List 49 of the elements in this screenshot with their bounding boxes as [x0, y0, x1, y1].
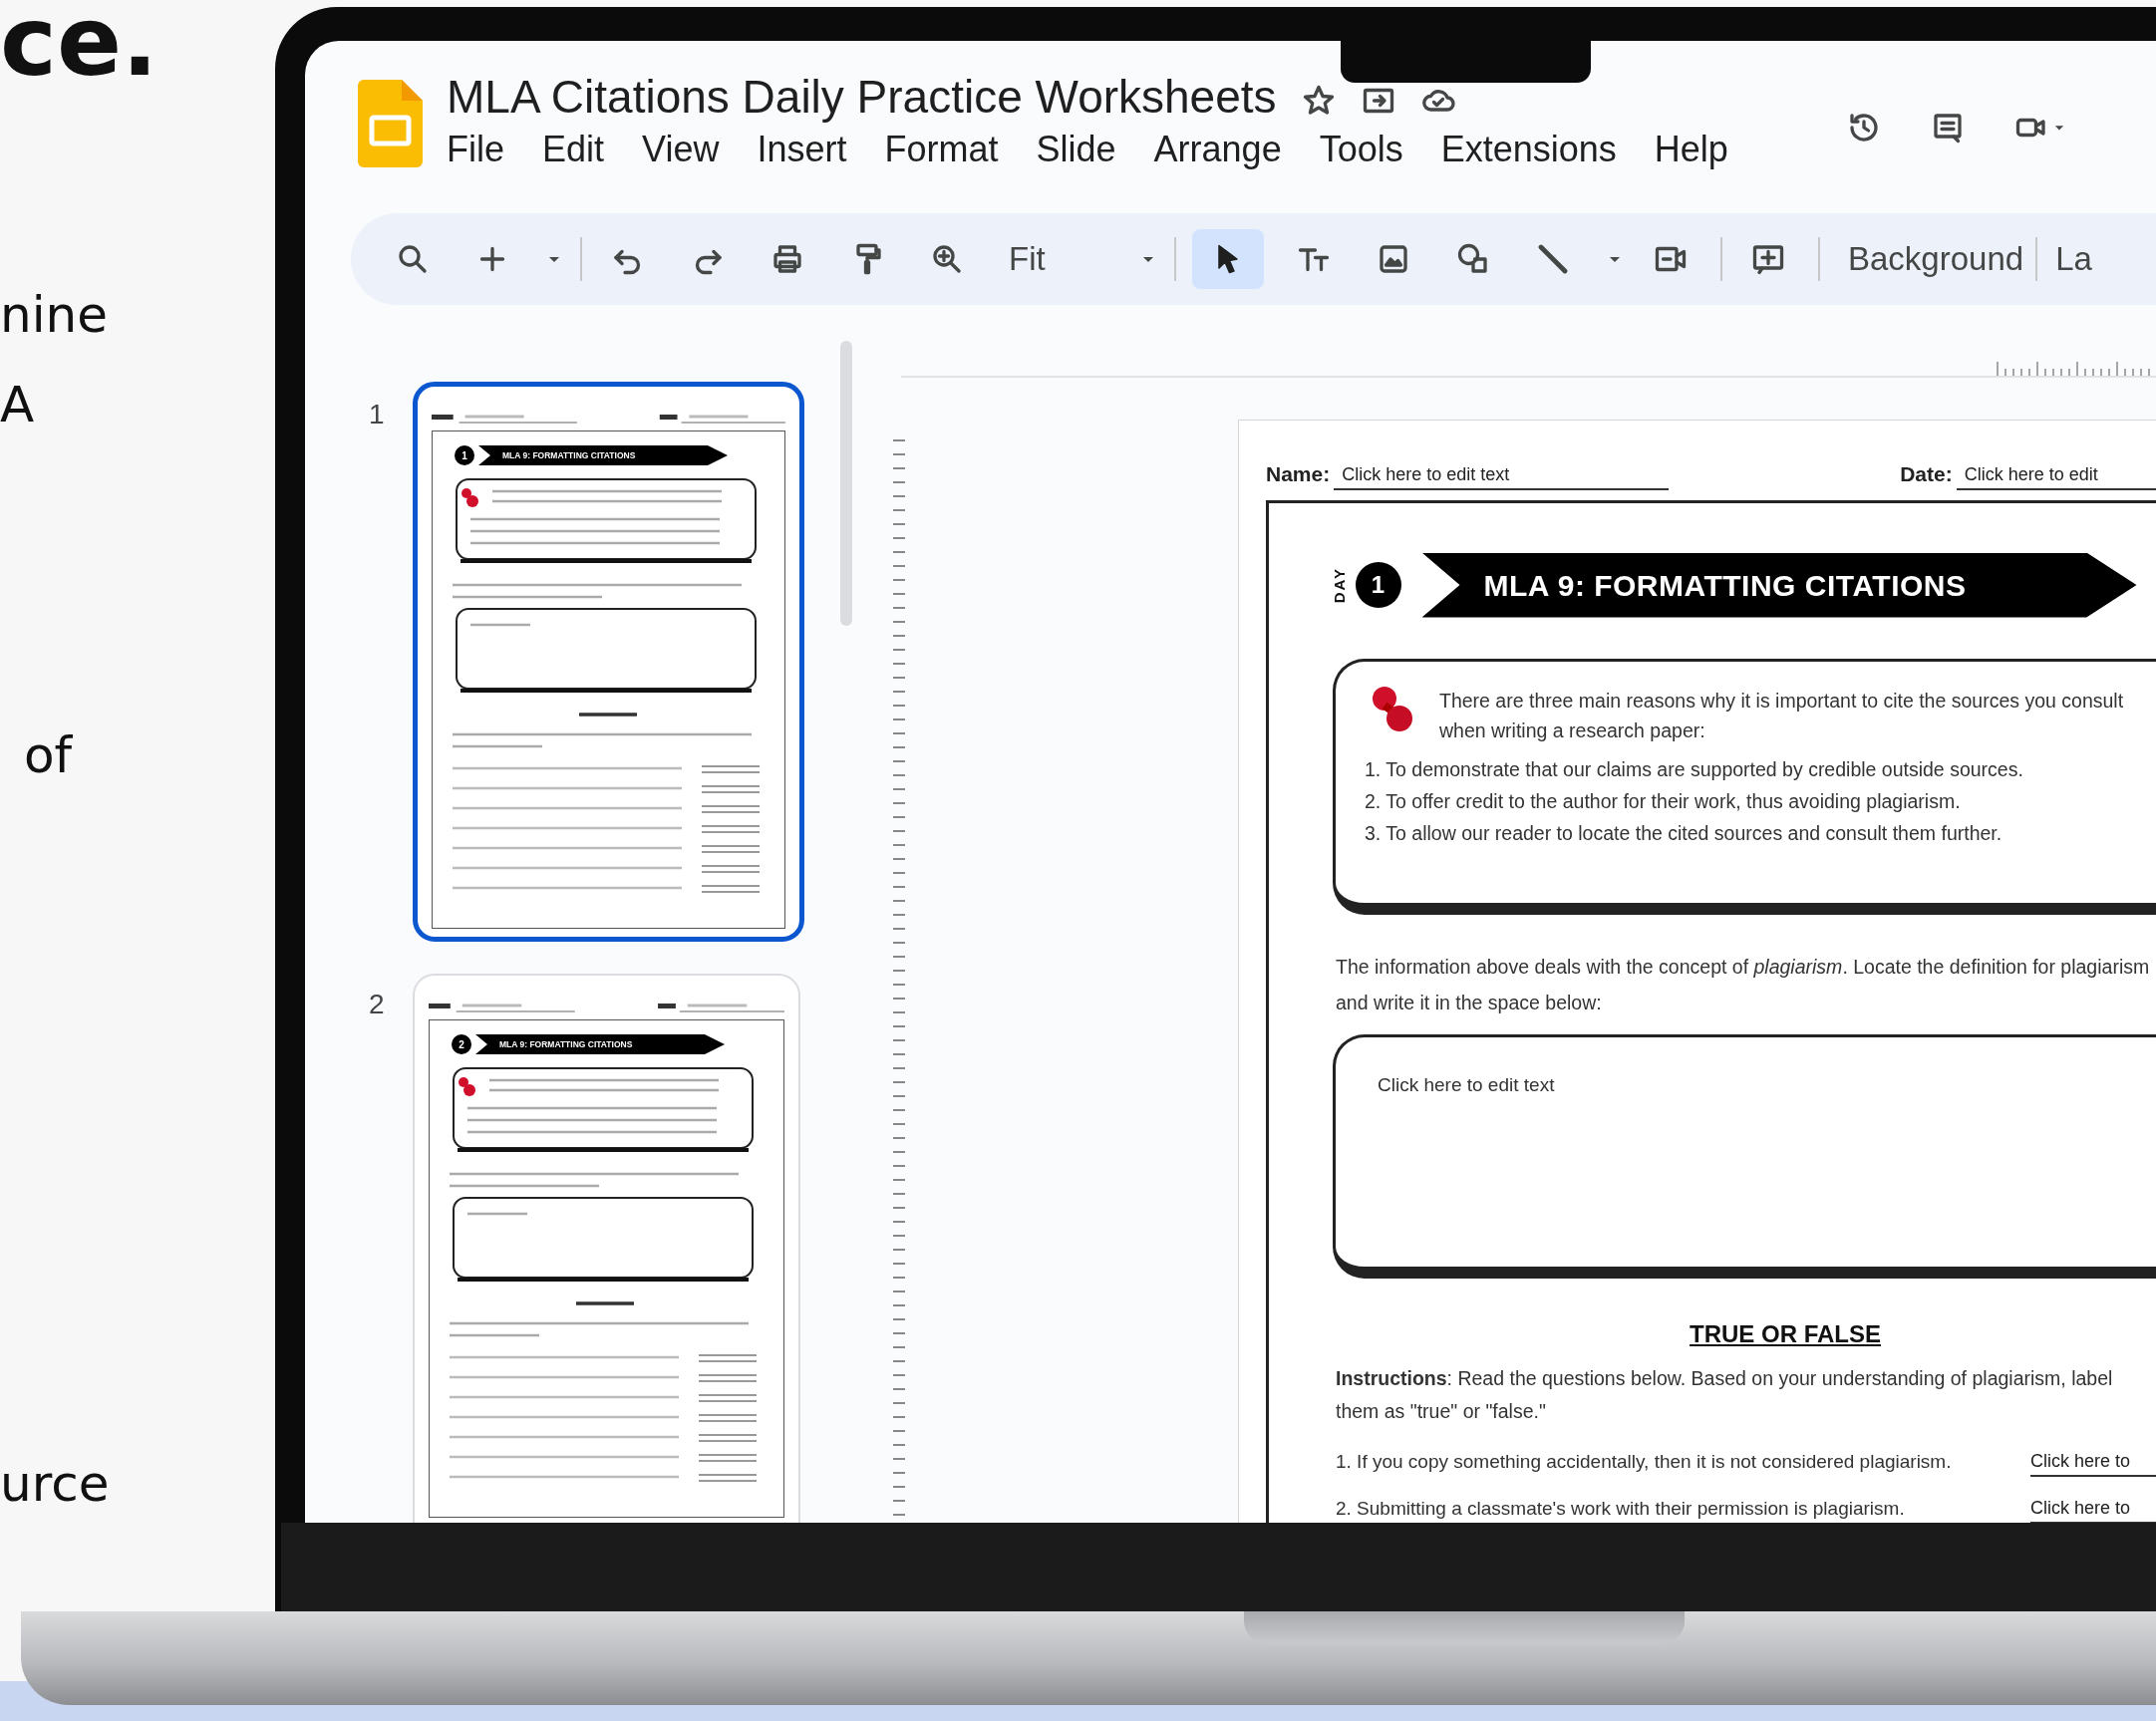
answer-field[interactable]: Click here to	[2030, 1447, 2156, 1477]
menu-item[interactable]: Extensions	[1440, 130, 1617, 169]
prompt-text: The information above deals with the concept of plagiarism. Locate the definition for plagiarism and write it in the space below:	[1336, 954, 2151, 1015]
select-tool-button[interactable]	[1192, 229, 1264, 289]
scrollbar[interactable]	[840, 341, 852, 626]
background-text: of	[24, 725, 74, 785]
menu-item[interactable]: File	[447, 130, 504, 169]
day-label: DAY	[1330, 566, 1349, 604]
menu-item[interactable]: Insert	[757, 130, 847, 169]
slide-title-banner: MLA 9: FORMATTING CITATIONS	[475, 1034, 725, 1054]
date-label: Date:	[1900, 461, 1953, 487]
background-button[interactable]: Background	[1836, 234, 2036, 284]
title-banner: MLA 9: FORMATTING CITATIONS	[1421, 552, 2137, 618]
slide-number: 2	[369, 989, 385, 1019]
layout-button[interactable]: La	[2053, 234, 2094, 284]
answer-box[interactable]: Click here to edit text	[1333, 1033, 2156, 1279]
question-text: 1. If you copy something accidentally, then it is not considered plagiarism.	[1336, 1450, 1953, 1474]
menu-item[interactable]: Slide	[1036, 130, 1116, 169]
background-text: nine	[0, 285, 110, 345]
slide-number: 1	[369, 399, 385, 430]
slide-thumbnail[interactable]: 1 MLA 9: FORMATTING CITATIONS	[413, 382, 804, 942]
pushpin-icon	[1372, 685, 1415, 733]
slide-title-banner: MLA 9: FORMATTING CITATIONS	[478, 445, 728, 465]
answer-field[interactable]: Click here to	[2030, 1494, 2156, 1523]
menu-item[interactable]: Help	[1654, 130, 1728, 169]
reason-text: 2. To offer credit to the author for their work, thus avoiding plagiarism.	[1365, 788, 1962, 814]
background-text: urce	[0, 1454, 111, 1514]
slide-thumbnail[interactable]: 2 MLA 9: FORMATTING CITATIONS	[413, 974, 800, 1523]
menu-item[interactable]: Tools	[1319, 130, 1403, 169]
menu-item[interactable]: View	[642, 130, 720, 169]
zoom-dropdown[interactable]: Fit	[997, 234, 1136, 284]
callout-text: There are three main reasons why it is important to cite the sources you consult when writing a research paper:	[1439, 688, 2125, 743]
instructions-text: Instructions: Read the questions below. Based on your understanding of plagiarism, label them as "true" or "false."	[1336, 1365, 2114, 1424]
reason-text: 1. To demonstrate that our claims are supported by credible outside sources.	[1365, 756, 2024, 782]
day-number: 1	[1355, 562, 1401, 608]
section-title: TRUE OR FALSE	[1690, 1318, 1881, 1349]
date-field[interactable]: Click here to edit	[1956, 460, 2156, 490]
reason-text: 3. To allow our reader to locate the cited sources and consult them further.	[1365, 820, 2003, 846]
menu-item[interactable]: Format	[884, 130, 999, 169]
background-text: ce.	[0, 0, 159, 92]
name-field[interactable]: Click here to edit text	[1334, 460, 1670, 490]
menu-item[interactable]: Arrange	[1153, 130, 1282, 169]
question-text: 2. Submitting a classmate's work with their permission is plagiarism.	[1336, 1497, 1906, 1521]
day-number: 2	[452, 1034, 471, 1054]
menu-item[interactable]: Edit	[542, 130, 605, 169]
document-title[interactable]: MLA Citations Daily Practice Worksheets	[447, 72, 1277, 122]
background-text: A	[0, 375, 36, 434]
day-number: 1	[455, 445, 474, 465]
name-label: Name:	[1266, 461, 1331, 487]
